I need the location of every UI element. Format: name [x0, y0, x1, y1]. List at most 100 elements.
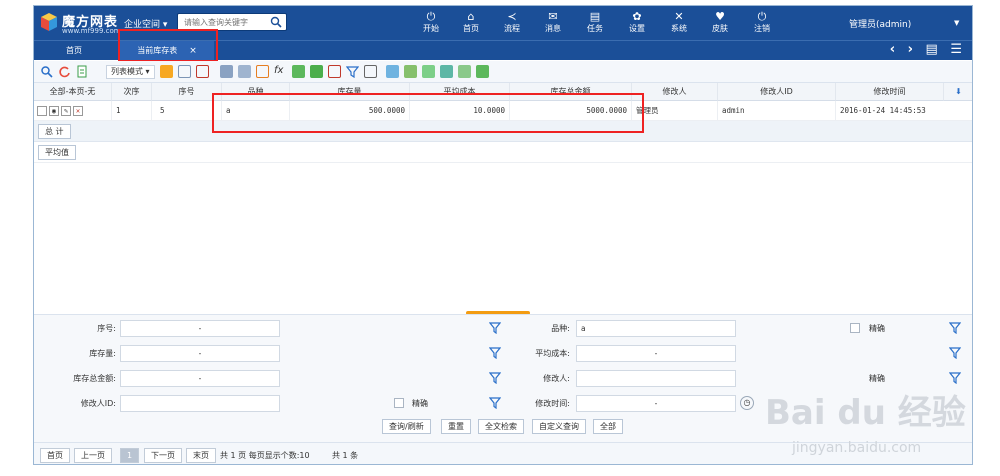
filter-icon[interactable]: [346, 65, 359, 78]
nav-message[interactable]: ✉ 消息: [535, 9, 571, 37]
cell-total: 5000.0000: [510, 101, 632, 121]
view-mode-dropdown[interactable]: 列表模式 ▾: [106, 65, 155, 79]
row-checkbox[interactable]: [37, 106, 47, 116]
filter-qty-input[interactable]: -: [120, 345, 280, 362]
total-row: 总 计: [34, 121, 972, 142]
tab-home[interactable]: 首页: [34, 41, 114, 60]
col-header-avg-cost[interactable]: 平均成本: [410, 83, 510, 101]
query-refresh-button[interactable]: 查询/刷新: [382, 419, 431, 434]
funnel-icon[interactable]: [949, 372, 961, 384]
funnel-icon[interactable]: [949, 322, 961, 334]
filter-modifier-id-label: 修改人ID:: [80, 399, 116, 408]
grid-add-icon[interactable]: [310, 65, 323, 78]
last-page-button[interactable]: 末页: [186, 448, 216, 463]
filter-time-input[interactable]: -: [576, 395, 736, 412]
average-row: 平均值: [34, 142, 972, 163]
doc-icon[interactable]: [256, 65, 269, 78]
mail-icon: ✉: [548, 10, 558, 23]
col-header-total[interactable]: 库存总金额: [510, 83, 632, 101]
col-header-time[interactable]: 修改时间: [836, 83, 944, 101]
filter-no-input[interactable]: -: [120, 320, 280, 337]
filter-variety-input[interactable]: a: [576, 320, 736, 337]
total-button[interactable]: 总 计: [38, 124, 71, 139]
cell-time: 2016-01-24 14:45:53: [836, 101, 972, 121]
search-icon[interactable]: [40, 65, 53, 78]
company-dropdown[interactable]: 企业空间 ▾: [124, 17, 167, 30]
sort-down-icon[interactable]: ⬇: [944, 83, 972, 101]
custom-query-button[interactable]: 自定义查询: [532, 419, 586, 434]
col-header-modifier-id[interactable]: 修改人ID: [718, 83, 836, 101]
page-number[interactable]: 1: [120, 448, 140, 463]
formula-icon[interactable]: fx: [274, 65, 287, 78]
view-icon[interactable]: ◉: [49, 106, 59, 116]
delete-icon[interactable]: ✕: [73, 106, 83, 116]
chart-icon[interactable]: [404, 65, 417, 78]
col-header-no[interactable]: 序号: [152, 83, 222, 101]
nav-skin[interactable]: ♥ 皮肤: [702, 9, 738, 37]
search-icon[interactable]: [270, 16, 282, 28]
exact-checkbox[interactable]: [850, 323, 860, 333]
col-header-order[interactable]: 次序: [112, 83, 152, 101]
data-icon[interactable]: [422, 65, 435, 78]
home-icon: ⌂: [467, 10, 475, 23]
database-icon[interactable]: [440, 65, 453, 78]
nav-system[interactable]: ✕ 系统: [661, 9, 697, 37]
bar-chart-icon[interactable]: [386, 65, 399, 78]
tab-controls[interactable]: ‹ › ▤ ☰: [890, 42, 966, 57]
filter-total-input[interactable]: -: [120, 370, 280, 387]
report-icon[interactable]: [476, 65, 489, 78]
nav-flow[interactable]: ≺ 流程: [494, 9, 530, 37]
nav-settings[interactable]: ✿ 设置: [619, 9, 655, 37]
filter-avg-input[interactable]: -: [576, 345, 736, 362]
user-menu[interactable]: 管理员(admin): [849, 17, 911, 30]
nav-logout[interactable]: ⏻ 注销: [744, 9, 780, 37]
all-button[interactable]: 全部: [593, 419, 623, 434]
tab-label: 当前库存表: [137, 46, 178, 55]
reset-button[interactable]: 重置: [441, 419, 471, 434]
calendar-icon[interactable]: ◷: [740, 396, 754, 410]
watermark-logo: Bai du 经验: [765, 393, 966, 433]
cell-modifier: 管理员: [632, 101, 718, 121]
next-page-button[interactable]: 下一页: [144, 448, 182, 463]
grid-icon[interactable]: [292, 65, 305, 78]
exact-label: 精确: [412, 399, 428, 408]
filter-avg-label: 平均成本:: [535, 349, 570, 358]
filter-modifier-input[interactable]: [576, 370, 736, 387]
cell-avg-cost: 10.0000: [410, 101, 510, 121]
page-info: 共 1 页 每页显示个数:10: [220, 451, 310, 460]
close-icon[interactable]: ×: [189, 46, 197, 56]
refresh-icon[interactable]: [58, 65, 71, 78]
exact-label: 精确: [869, 374, 885, 383]
add-icon[interactable]: [160, 65, 173, 78]
grid-delete-icon[interactable]: [328, 65, 341, 78]
select-header[interactable]: 全部-本页-无: [34, 83, 112, 101]
print-preview-icon[interactable]: [238, 65, 251, 78]
delete-icon[interactable]: [196, 65, 209, 78]
layers-icon[interactable]: [458, 65, 471, 78]
edit-icon[interactable]: ✎: [61, 106, 71, 116]
nav-home[interactable]: ⌂ 首页: [453, 9, 489, 37]
fulltext-search-button[interactable]: 全文检索: [478, 419, 524, 434]
col-header-modifier[interactable]: 修改人: [632, 83, 718, 101]
exact-checkbox[interactable]: [394, 398, 404, 408]
print-icon[interactable]: [220, 65, 233, 78]
nav-start[interactable]: ⏻ 开始: [413, 9, 449, 37]
tab-current-inventory[interactable]: 当前库存表 ×: [120, 41, 214, 60]
col-header-variety[interactable]: 品种: [222, 83, 290, 101]
average-button[interactable]: 平均值: [38, 145, 76, 160]
watermark-url: jingyan.baidu.com: [792, 440, 922, 456]
chevron-down-icon[interactable]: ▼: [954, 19, 959, 27]
cell-modifier-id: admin: [718, 101, 836, 121]
col-header-qty[interactable]: 库存量: [290, 83, 410, 101]
filter-modifier-label: 修改人:: [543, 374, 570, 383]
funnel-icon[interactable]: [949, 347, 961, 359]
column-icon[interactable]: [364, 65, 377, 78]
first-page-button[interactable]: 首页: [40, 448, 70, 463]
edit-icon[interactable]: [178, 65, 191, 78]
search-input[interactable]: [178, 14, 268, 30]
top-navbar: 魔方网表 www.mf999.com 企业空间 ▾ ⏻开始 ⌂首页 ≺流程 ✉消…: [34, 6, 972, 40]
export-icon[interactable]: [76, 65, 89, 78]
prev-page-button[interactable]: 上一页: [74, 448, 112, 463]
filter-modifier-id-input[interactable]: [120, 395, 280, 412]
nav-task[interactable]: ▤ 任务: [577, 9, 613, 37]
